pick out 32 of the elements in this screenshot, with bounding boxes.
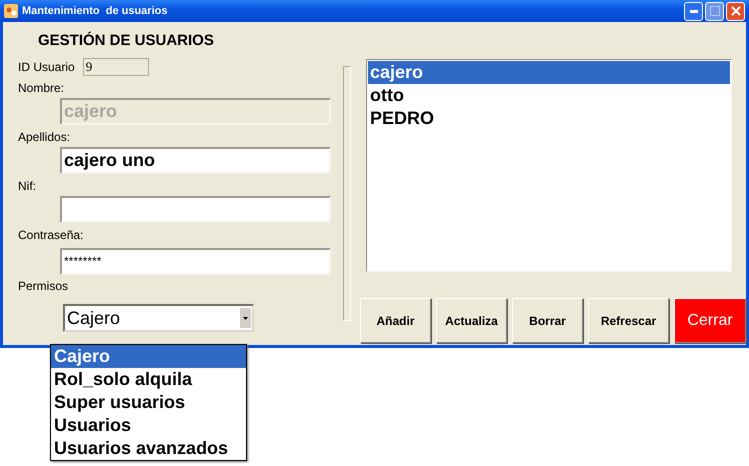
field-label: Contraseña: [18, 228, 84, 242]
field-label: Nombre: [18, 81, 64, 95]
action-button[interactable]: Refrescar [588, 298, 669, 343]
list-item[interactable]: PEDRO [368, 107, 730, 130]
maximize-button[interactable] [705, 2, 724, 20]
minimize-button[interactable] [684, 2, 703, 20]
window-title: Mantenimiento de usuarios [22, 5, 168, 17]
app-icon [4, 4, 18, 18]
dropdown-option[interactable]: Rol_solo alquila [51, 368, 246, 391]
minimize-icon [690, 10, 698, 12]
field-label: Permisos [18, 279, 68, 293]
list-item[interactable]: otto [368, 84, 730, 107]
password-field[interactable]: ******** [60, 248, 331, 275]
text-field[interactable]: cajero uno [60, 147, 331, 174]
list-item[interactable]: cajero [368, 61, 730, 84]
close-icon [730, 6, 740, 16]
action-button[interactable]: Actualiza [436, 298, 507, 343]
field-label: ID Usuario [18, 60, 75, 74]
dropdown-option[interactable]: Usuarios [51, 414, 246, 437]
action-button[interactable]: Cerrar [674, 298, 746, 343]
action-button[interactable]: Añadir [360, 298, 431, 343]
action-button[interactable]: Borrar [512, 298, 583, 343]
dropdown-option[interactable]: Cajero [51, 345, 246, 368]
text-field[interactable] [60, 196, 331, 223]
section-heading: GESTIÓN DE USUARIOS [38, 32, 214, 49]
field-label: Apellidos: [18, 130, 70, 144]
dropdown-option[interactable]: Super usuarios [51, 391, 246, 414]
dropdown-option[interactable]: Usuarios avanzados [51, 437, 246, 460]
close-button[interactable] [726, 2, 745, 20]
dropdown[interactable]: Cajero [63, 304, 254, 332]
field-label: Nif: [18, 179, 36, 193]
maximize-icon [710, 6, 720, 16]
